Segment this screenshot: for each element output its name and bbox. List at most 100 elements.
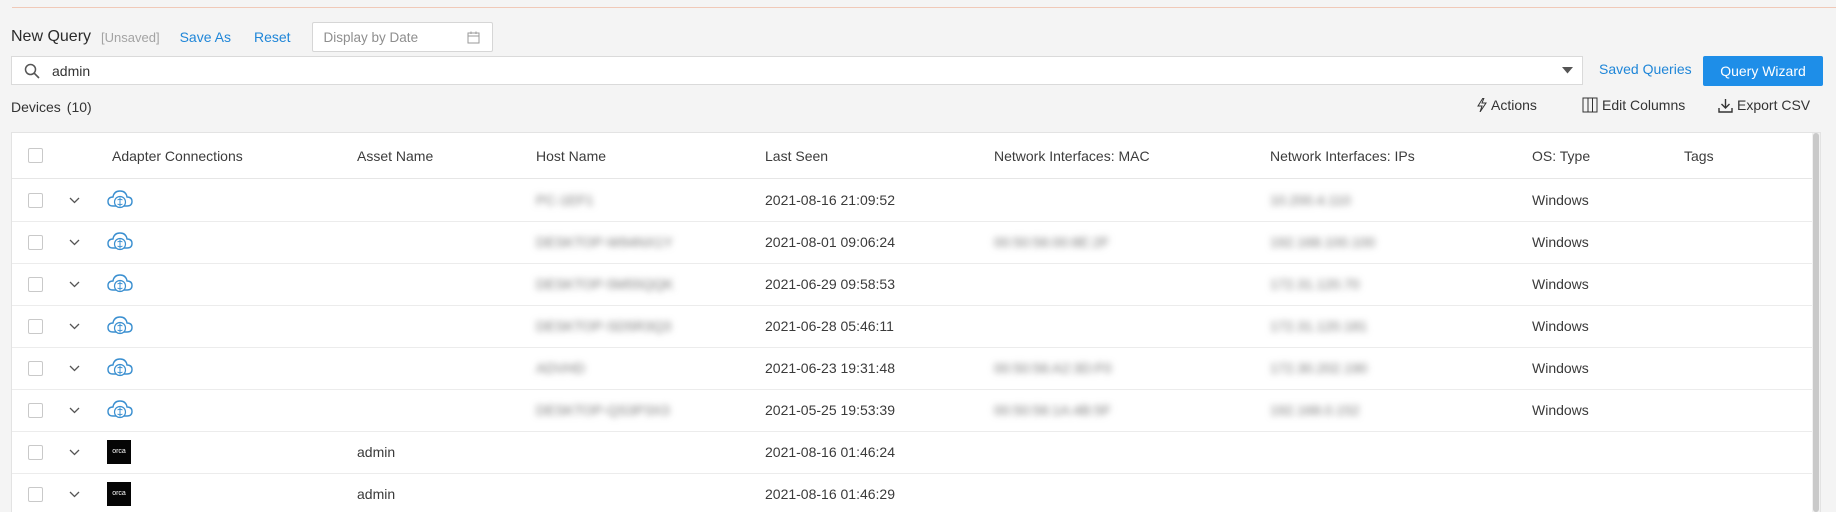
chevron-down-icon[interactable] <box>69 365 80 372</box>
devices-total: (10) <box>66 99 92 115</box>
os-type-cell: Windows <box>1532 402 1589 418</box>
last-seen-cell: 2021-08-16 01:46:24 <box>765 444 895 460</box>
actions-button[interactable]: Actions <box>1477 97 1537 113</box>
row-checkbox[interactable] <box>28 487 43 502</box>
mac-cell: 00:50:56:00:8E:2F <box>994 234 1110 250</box>
table-row[interactable]: DESKTOP-QS3P3X3 2021-05-25 19:53:39 00:50:… <box>12 389 1820 432</box>
col-host-name[interactable]: Host Name <box>536 148 606 164</box>
last-seen-cell: 2021-06-29 09:58:53 <box>765 276 895 292</box>
saved-queries-link[interactable]: Saved Queries <box>1599 61 1692 77</box>
chevron-down-icon[interactable] <box>69 197 80 204</box>
last-seen-cell: 2021-08-16 01:46:29 <box>765 486 895 502</box>
adapter-logo[interactable]: orca <box>107 440 131 464</box>
chevron-down-icon[interactable] <box>69 281 80 288</box>
row-checkbox[interactable] <box>28 403 43 418</box>
columns-icon <box>1582 97 1598 113</box>
top-divider <box>12 7 1836 8</box>
col-os-type[interactable]: OS: Type <box>1532 148 1590 164</box>
cloud-adapter-icon[interactable] <box>107 273 133 295</box>
search-icon <box>12 63 52 79</box>
cloud-adapter-icon[interactable] <box>107 315 133 337</box>
adapter-logo[interactable]: orca <box>107 482 131 506</box>
table-row[interactable]: DESKTOP-5M55QQK 2021-06-29 09:58:53 172.31… <box>12 263 1820 306</box>
row-checkbox[interactable] <box>28 235 43 250</box>
ips-cell: 172.31.120.181 <box>1270 318 1368 334</box>
table-row[interactable]: DESKTOP-SD5R3Q3 2021-06-28 05:46:11 172.31… <box>12 305 1820 348</box>
row-checkbox[interactable] <box>28 277 43 292</box>
mac-cell: 00:50:56:A2:3D:F0 <box>994 360 1112 376</box>
row-checkbox[interactable] <box>28 361 43 376</box>
download-icon <box>1718 98 1733 113</box>
col-network-ips[interactable]: Network Interfaces: IPs <box>1270 148 1415 164</box>
host-name-cell: ADVHD <box>536 360 586 376</box>
cloud-adapter-icon[interactable] <box>107 357 133 379</box>
col-last-seen[interactable]: Last Seen <box>765 148 828 164</box>
table-row[interactable]: orca admin 2021-08-16 01:46:24 <box>12 431 1820 474</box>
unsaved-badge: [Unsaved] <box>101 29 160 45</box>
chevron-down-icon[interactable] <box>1552 67 1582 74</box>
host-name-cell: DESKTOP-QS3P3X3 <box>536 402 670 418</box>
scrollbar-thumb[interactable] <box>1813 133 1819 512</box>
cloud-adapter-icon[interactable] <box>107 231 133 253</box>
devices-count: Devices (10) <box>11 99 92 115</box>
ips-cell: 192.168.100.100 <box>1270 234 1376 250</box>
query-search-input[interactable]: admin <box>11 56 1583 85</box>
devices-label: Devices <box>11 99 61 115</box>
export-csv-label: Export CSV <box>1737 97 1811 113</box>
col-asset-name[interactable]: Asset Name <box>357 148 433 164</box>
table-row[interactable]: ADVHD 2021-06-23 19:31:48 00:50:56:A2:3D:F… <box>12 347 1820 390</box>
col-adapter-connections[interactable]: Adapter Connections <box>112 148 243 164</box>
search-value: admin <box>52 62 91 79</box>
save-as-button[interactable]: Save As <box>180 29 231 45</box>
asset-name-cell: admin <box>357 486 396 502</box>
reset-button[interactable]: Reset <box>254 29 291 45</box>
ips-cell: 172.30.202.190 <box>1270 360 1368 376</box>
ips-cell: 192.168.0.152 <box>1270 402 1360 418</box>
devices-table: Adapter Connections Asset Name Host Name… <box>11 132 1821 512</box>
ips-cell: 10.200.4.110 <box>1270 192 1351 208</box>
ips-cell: 172.31.120.70 <box>1270 276 1360 292</box>
host-name-cell: DESKTOP-W94NX1Y <box>536 234 673 250</box>
last-seen-cell: 2021-05-25 19:53:39 <box>765 402 895 418</box>
col-tags[interactable]: Tags <box>1684 148 1714 164</box>
col-network-mac[interactable]: Network Interfaces: MAC <box>994 148 1150 164</box>
os-type-cell: Windows <box>1532 318 1589 334</box>
os-type-cell: Windows <box>1532 276 1589 292</box>
row-checkbox[interactable] <box>28 445 43 460</box>
row-checkbox[interactable] <box>28 193 43 208</box>
lightning-icon <box>1477 98 1487 112</box>
table-scrollbar[interactable] <box>1812 133 1820 512</box>
os-type-cell: Windows <box>1532 192 1589 208</box>
last-seen-cell: 2021-06-23 19:31:48 <box>765 360 895 376</box>
query-header: New Query [Unsaved] Save As Reset Displa… <box>11 22 493 52</box>
query-title: New Query <box>11 28 92 45</box>
chevron-down-icon[interactable] <box>69 491 80 498</box>
chevron-down-icon[interactable] <box>69 407 80 414</box>
cloud-adapter-icon[interactable] <box>107 189 133 211</box>
mac-cell: 00:50:56:1A:4B:5F <box>994 402 1111 418</box>
host-name-cell: PC-1EF1 <box>536 192 594 208</box>
chevron-down-icon[interactable] <box>69 323 80 330</box>
chevron-down-icon[interactable] <box>69 449 80 456</box>
select-all-checkbox[interactable] <box>28 148 43 163</box>
query-wizard-button[interactable]: Query Wizard <box>1703 56 1823 86</box>
host-name-cell: DESKTOP-5M55QQK <box>536 276 674 292</box>
table-row[interactable]: orca admin 2021-08-16 01:46:29 <box>12 473 1820 512</box>
table-row[interactable]: PC-1EF1 2021-08-16 21:09:52 10.200.4.110 Wi… <box>12 179 1820 222</box>
row-checkbox[interactable] <box>28 319 43 334</box>
chevron-down-icon[interactable] <box>69 239 80 246</box>
os-type-cell: Windows <box>1532 234 1589 250</box>
last-seen-cell: 2021-08-16 21:09:52 <box>765 192 895 208</box>
cloud-adapter-icon[interactable] <box>107 399 133 421</box>
display-by-date-picker[interactable]: Display by Date <box>311 22 493 52</box>
asset-name-cell: admin <box>357 444 396 460</box>
table-row[interactable]: DESKTOP-W94NX1Y 2021-08-01 09:06:24 00:50:… <box>12 221 1820 264</box>
calendar-icon <box>467 31 480 43</box>
date-placeholder: Display by Date <box>323 29 419 45</box>
edit-columns-button[interactable]: Edit Columns <box>1582 97 1685 113</box>
edit-columns-label: Edit Columns <box>1602 97 1686 113</box>
os-type-cell: Windows <box>1532 360 1589 376</box>
last-seen-cell: 2021-08-01 09:06:24 <box>765 234 895 250</box>
export-csv-button[interactable]: Export CSV <box>1718 97 1810 113</box>
actions-label: Actions <box>1491 97 1537 113</box>
